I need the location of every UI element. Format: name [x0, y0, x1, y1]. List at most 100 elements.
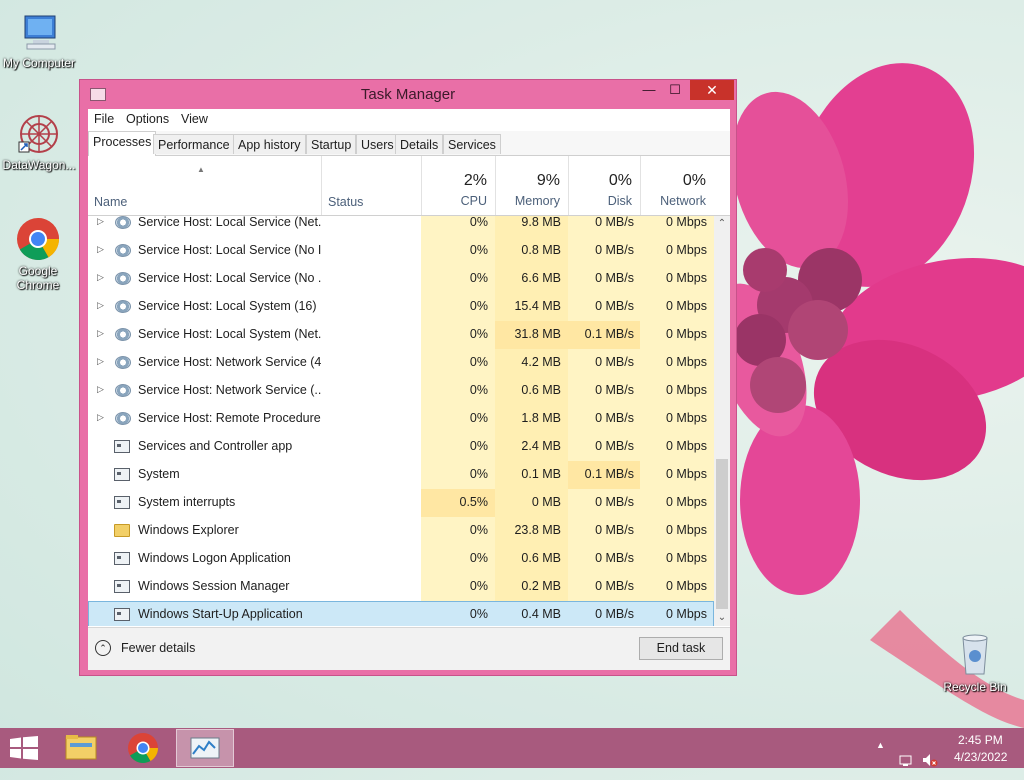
process-row[interactable]: Windows Explorer 0% 23.8 MB 0 MB/s 0 Mbps: [88, 517, 714, 545]
scroll-up-icon[interactable]: ⌃: [714, 216, 730, 232]
tab-bar: Processes Performance App history Startu…: [88, 131, 730, 156]
show-hidden-icons[interactable]: ▲: [876, 740, 885, 780]
tab-details[interactable]: Details: [395, 134, 444, 154]
process-network: 0 Mbps: [666, 495, 707, 509]
process-row[interactable]: Services and Controller app 0% 2.4 MB 0 MB/…: [88, 433, 714, 461]
app-icon: [114, 468, 130, 481]
process-cpu: 0%: [469, 243, 488, 257]
gear-icon: [115, 412, 131, 425]
process-network: 0 Mbps: [666, 551, 707, 565]
process-row[interactable]: Windows Start-Up Application 0% 0.4 MB 0 MB…: [88, 601, 714, 626]
process-row[interactable]: System 0% 0.1 MB 0.1 MB/s 0 Mbps: [88, 461, 714, 489]
start-button[interactable]: [10, 736, 38, 760]
expand-arrow-icon[interactable]: ▷: [97, 412, 104, 423]
process-network: 0 Mbps: [666, 467, 707, 481]
gear-icon: [115, 356, 131, 369]
fewer-details-link[interactable]: Fewer details: [121, 641, 195, 655]
close-button[interactable]: ✕: [690, 80, 734, 100]
column-disk[interactable]: 0% Disk: [568, 156, 640, 215]
process-row[interactable]: ▷ Service Host: Local Service (Net... 0% 9.…: [88, 216, 714, 237]
menu-view[interactable]: View: [181, 112, 208, 126]
process-memory: 0 MB: [531, 495, 561, 509]
process-row[interactable]: ▷ Service Host: Local Service (No I... 0% 0…: [88, 237, 714, 265]
cpu-label: CPU: [460, 194, 487, 208]
column-status[interactable]: Status: [321, 156, 421, 215]
tab-startup[interactable]: Startup: [306, 134, 357, 154]
process-disk: 0 MB/s: [595, 299, 634, 313]
volume-muted-icon[interactable]: [922, 740, 938, 780]
maximize-button[interactable]: ☐: [662, 80, 688, 100]
taskbar-file-explorer[interactable]: [52, 729, 110, 767]
title-bar[interactable]: Task Manager — ☐ ✕: [80, 80, 736, 108]
expand-arrow-icon[interactable]: ▷: [97, 300, 104, 311]
tab-users[interactable]: Users: [356, 134, 399, 154]
process-disk: 0 MB/s: [595, 216, 634, 229]
network-label: Network: [660, 194, 706, 208]
process-cpu: 0%: [469, 579, 488, 593]
column-memory[interactable]: 9% Memory: [495, 156, 568, 215]
scroll-down-icon[interactable]: ⌄: [714, 610, 730, 626]
process-memory: 31.8 MB: [514, 327, 561, 341]
process-row[interactable]: ▷ Service Host: Remote Procedure... 0% 1.8 …: [88, 405, 714, 433]
process-name: Service Host: Local System (16): [138, 299, 317, 313]
collapse-circle-icon[interactable]: ⌃: [95, 640, 111, 656]
desktop-icon-datawagon[interactable]: DataWagon...: [0, 112, 78, 172]
tab-processes[interactable]: Processes: [88, 131, 157, 156]
minimize-button[interactable]: —: [636, 80, 662, 100]
menu-options[interactable]: Options: [126, 112, 169, 126]
desktop-icon-recycle-bin[interactable]: Recycle Bin: [936, 632, 1014, 694]
scrollbar-thumb[interactable]: [716, 459, 728, 609]
process-network: 0 Mbps: [666, 383, 707, 397]
clock-date[interactable]: 4/23/2022: [954, 750, 1007, 764]
taskbar-chrome[interactable]: [114, 729, 172, 767]
process-cpu: 0%: [469, 327, 488, 341]
taskbar-task-manager[interactable]: [176, 729, 234, 767]
process-row[interactable]: ▷ Service Host: Network Service (... 0% 0.6…: [88, 377, 714, 405]
gear-icon: [115, 384, 131, 397]
process-name: Windows Explorer: [138, 523, 239, 537]
menu-file[interactable]: File: [94, 112, 114, 126]
process-cpu: 0%: [469, 383, 488, 397]
column-cpu[interactable]: 2% CPU: [421, 156, 495, 215]
process-name: System: [138, 467, 180, 481]
process-disk: 0 MB/s: [595, 495, 634, 509]
expand-arrow-icon[interactable]: ▷: [97, 384, 104, 395]
process-row[interactable]: ▷ Service Host: Network Service (4) 0% 4.2 …: [88, 349, 714, 377]
process-name: Services and Controller app: [138, 439, 293, 453]
process-row[interactable]: ▷ Service Host: Local System (Net... 0% 31.…: [88, 321, 714, 349]
expand-arrow-icon[interactable]: ▷: [97, 272, 104, 283]
process-network: 0 Mbps: [666, 355, 707, 369]
desktop-icon-google-chrome[interactable]: Google Chrome: [0, 216, 76, 292]
tab-services[interactable]: Services: [443, 134, 501, 154]
process-memory: 0.4 MB: [521, 607, 561, 621]
process-row[interactable]: Windows Session Manager 0% 0.2 MB 0 MB/s 0 M…: [88, 573, 714, 601]
process-list: ▷ Service Host: Local Service (Net... 0% 9.…: [88, 216, 714, 626]
folder-icon: [114, 524, 130, 537]
expand-arrow-icon[interactable]: ▷: [97, 216, 104, 227]
expand-arrow-icon[interactable]: ▷: [97, 356, 104, 367]
process-cpu: 0%: [469, 607, 488, 621]
process-cpu: 0%: [469, 299, 488, 313]
expand-arrow-icon[interactable]: ▷: [97, 244, 104, 255]
process-cpu: 0%: [469, 439, 488, 453]
process-row[interactable]: System interrupts 0.5% 0 MB 0 MB/s 0 Mbps: [88, 489, 714, 517]
tab-app-history[interactable]: App history: [233, 134, 306, 154]
gear-icon: [115, 272, 131, 285]
process-name: Service Host: Local Service (Net...: [138, 216, 321, 229]
process-disk: 0 MB/s: [595, 355, 634, 369]
column-network[interactable]: 0% Network: [640, 156, 714, 215]
expand-arrow-icon[interactable]: ▷: [97, 328, 104, 339]
column-name[interactable]: Name: [88, 156, 321, 215]
process-disk: 0 MB/s: [595, 551, 634, 565]
desktop-icon-my-computer[interactable]: My Computer: [0, 10, 78, 70]
network-icon[interactable]: [898, 740, 914, 780]
clock-time[interactable]: 2:45 PM: [958, 733, 1003, 747]
vertical-scrollbar[interactable]: ⌃ ⌄: [714, 216, 730, 626]
process-row[interactable]: ▷ Service Host: Local Service (No ... 0% 6.…: [88, 265, 714, 293]
column-status-label: Status: [328, 195, 364, 209]
tab-performance[interactable]: Performance: [153, 134, 235, 154]
column-header: ▲ Name Status 2% CPU 9% Memory 0% Disk 0…: [88, 156, 730, 216]
end-task-button[interactable]: End task: [639, 637, 723, 660]
process-row[interactable]: ▷ Service Host: Local System (16) 0% 15.4 M…: [88, 293, 714, 321]
process-row[interactable]: Windows Logon Application 0% 0.6 MB 0 MB/s 0…: [88, 545, 714, 573]
